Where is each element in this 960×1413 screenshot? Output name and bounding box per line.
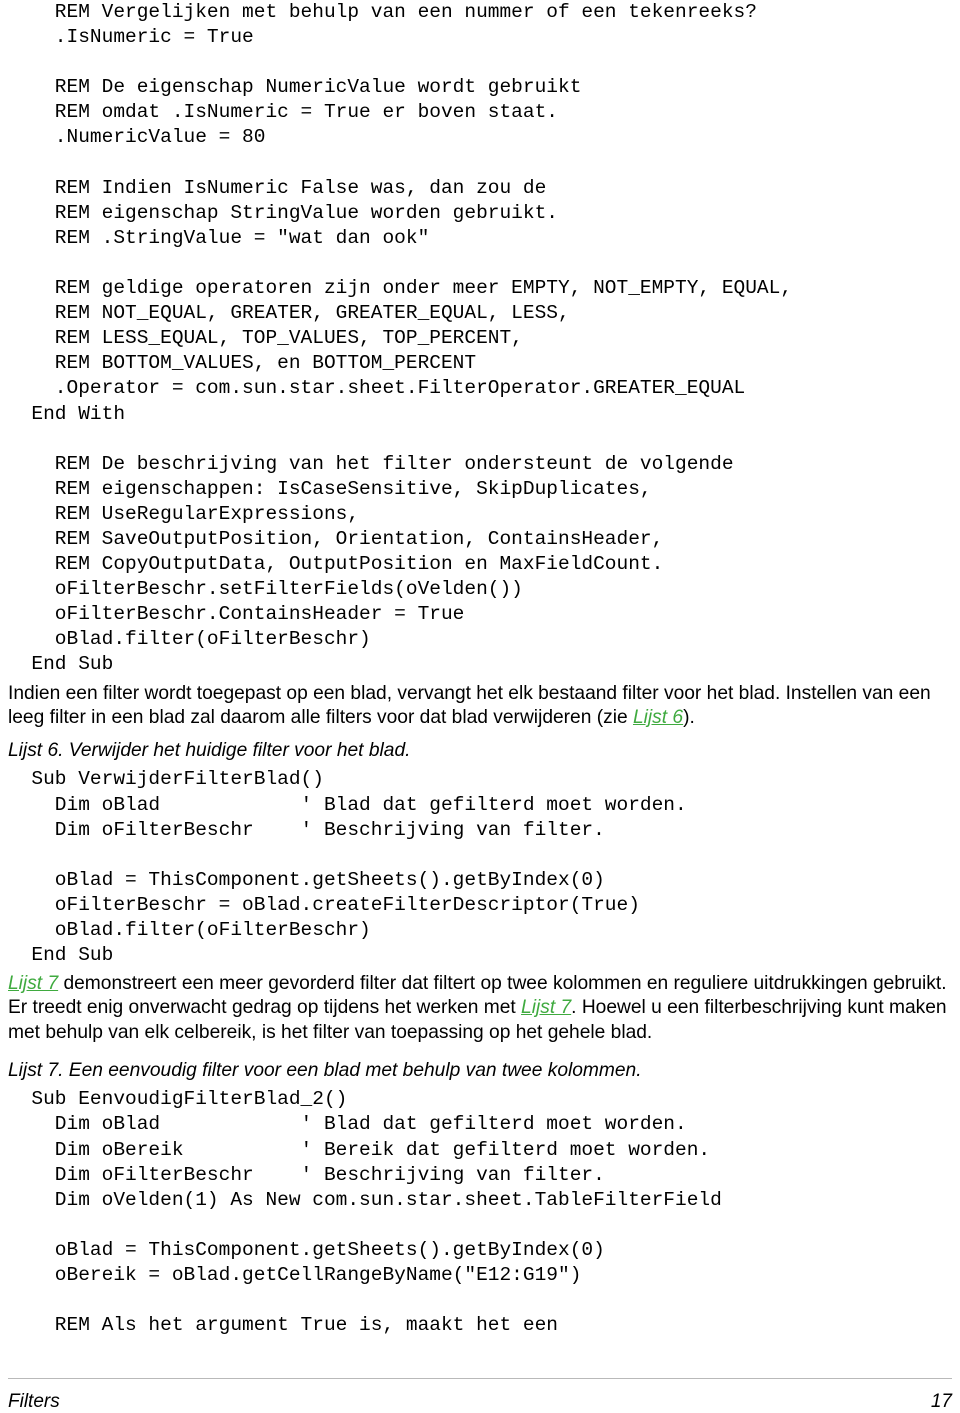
code-line: REM UseRegularExpressions, xyxy=(8,502,360,525)
code-line: End Sub xyxy=(8,944,114,967)
page-number: 17 xyxy=(930,1391,952,1412)
document-page: REM Vergelijken met behulp van een numme… xyxy=(0,0,960,1413)
code-line: .Operator = com.sun.star.sheet.FilterOpe… xyxy=(8,377,746,400)
code-line: oBlad.filter(oFilterBeschr) xyxy=(8,628,371,651)
code-line: REM BOTTOM_VALUES, en BOTTOM_PERCENT xyxy=(8,352,477,375)
code-line: Dim oBereik ' Bereik dat gefilterd moet … xyxy=(8,1138,711,1161)
paragraph-text: Indien een filter wordt toegepast op een… xyxy=(8,682,931,728)
code-block-eenvoudig-filter-blad-2: Sub EenvoudigFilterBlad_2() Dim oBlad ' … xyxy=(8,1087,952,1338)
code-line: .IsNumeric = True xyxy=(8,26,254,49)
paragraph-lijst-7-intro: Lijst 7 demonstreert een meer gevorderd … xyxy=(8,972,952,1045)
code-line: Dim oFilterBeschr ' Beschrijving van fil… xyxy=(8,818,605,841)
code-line: End Sub xyxy=(8,653,114,676)
caption-lijst-7: Lijst 7. Een eenvoudig filter voor een b… xyxy=(8,1060,642,1082)
paragraph-text: ). xyxy=(683,706,695,728)
caption-lijst-6: Lijst 6. Verwijder het huidige filter vo… xyxy=(8,740,411,762)
code-line: .NumericValue = 80 xyxy=(8,126,266,149)
code-line: oBlad = ThisComponent.getSheets().getByI… xyxy=(8,868,605,891)
code-line: REM CopyOutputData, OutputPosition en Ma… xyxy=(8,553,664,576)
footer-divider xyxy=(8,1378,952,1379)
code-line: Dim oBlad ' Blad dat gefilterd moet word… xyxy=(8,1113,687,1136)
footer-row: Filters 17 xyxy=(8,1391,952,1413)
code-line: Dim oBlad ' Blad dat gefilterd moet word… xyxy=(8,793,687,816)
page-footer: Filters 17 xyxy=(8,1378,952,1413)
page-content: REM Vergelijken met behulp van een numme… xyxy=(8,0,952,1338)
code-line: Dim oFilterBeschr ' Beschrijving van fil… xyxy=(8,1163,605,1186)
code-line: oFilterBeschr.setFilterFields(oVelden()) xyxy=(8,578,523,601)
code-line: End With xyxy=(8,402,126,425)
code-line: REM omdat .IsNumeric = True er boven sta… xyxy=(8,101,558,124)
footer-title: Filters xyxy=(8,1391,60,1412)
code-line: oBlad = ThisComponent.getSheets().getByI… xyxy=(8,1238,605,1261)
code-line: REM eigenschap StringValue worden gebrui… xyxy=(8,201,558,224)
code-line: REM Als het argument True is, maakt het … xyxy=(8,1314,558,1337)
code-line: oFilterBeschr = oBlad.createFilterDescri… xyxy=(8,893,640,916)
code-line: REM LESS_EQUAL, TOP_VALUES, TOP_PERCENT, xyxy=(8,327,523,350)
code-line: REM geldige operatoren zijn onder meer E… xyxy=(8,277,793,300)
code-line: REM eigenschappen: IsCaseSensitive, Skip… xyxy=(8,477,652,500)
cross-reference-link[interactable]: Lijst 6 xyxy=(633,707,683,728)
code-line: REM NOT_EQUAL, GREATER, GREATER_EQUAL, L… xyxy=(8,302,570,325)
paragraph-filter-replaces: Indien een filter wordt toegepast op een… xyxy=(8,682,952,731)
code-line: Sub VerwijderFilterBlad() xyxy=(8,768,324,791)
code-line: REM .StringValue = "wat dan ook" xyxy=(8,226,430,249)
code-line: Sub EenvoudigFilterBlad_2() xyxy=(8,1088,348,1111)
cross-reference-link[interactable]: Lijst 7 xyxy=(521,997,571,1018)
code-line: REM De beschrijving van het filter onder… xyxy=(8,452,734,475)
code-line: oBereik = oBlad.getCellRangeByName("E12:… xyxy=(8,1264,582,1287)
code-block-filter-descriptor-continued: REM Vergelijken met behulp van een numme… xyxy=(8,0,952,678)
code-line: REM Vergelijken met behulp van een numme… xyxy=(8,1,757,23)
code-line: REM De eigenschap NumericValue wordt geb… xyxy=(8,76,582,99)
code-line: oFilterBeschr.ContainsHeader = True xyxy=(8,603,465,626)
code-line: REM Indien IsNumeric False was, dan zou … xyxy=(8,176,547,199)
code-line: REM SaveOutputPosition, Orientation, Con… xyxy=(8,527,664,550)
cross-reference-link[interactable]: Lijst 7 xyxy=(8,973,58,994)
code-block-verwijder-filter-blad: Sub VerwijderFilterBlad() Dim oBlad ' Bl… xyxy=(8,767,952,968)
code-line: Dim oVelden(1) As New com.sun.star.sheet… xyxy=(8,1188,722,1211)
code-line: oBlad.filter(oFilterBeschr) xyxy=(8,918,371,941)
